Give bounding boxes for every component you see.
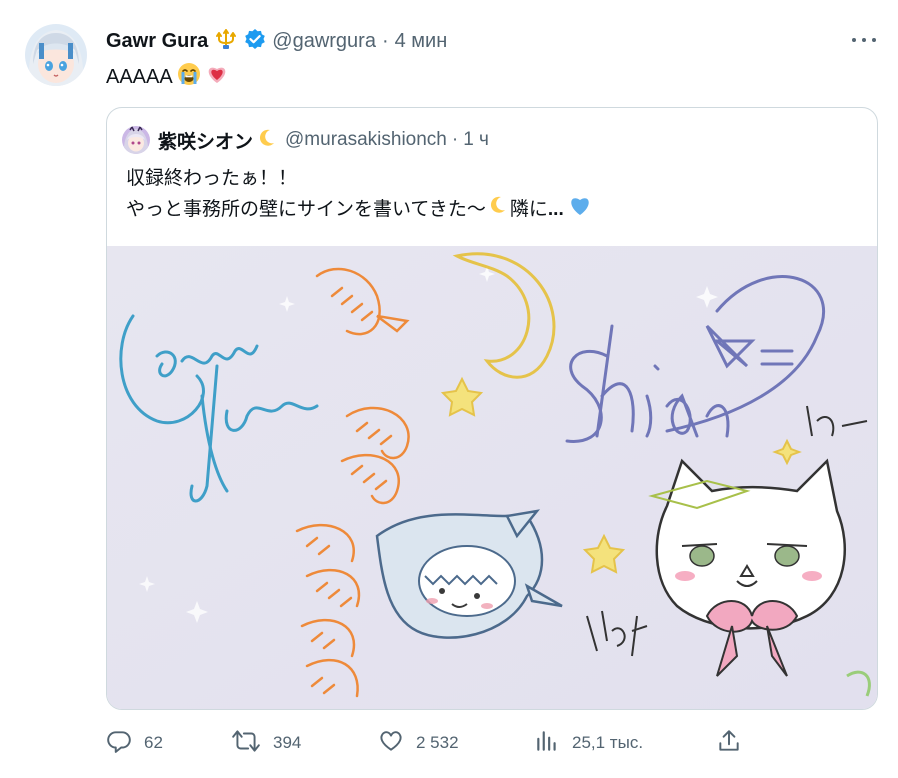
quoted-text-line-1: 収録終わったぁ！！ [126,168,298,189]
separator-dot: · [381,29,389,52]
share-icon [716,728,742,759]
quoted-timestamp: 1 ч [463,129,489,150]
like-count: 2 532 [416,733,459,752]
quoted-image[interactable] [107,246,877,709]
heart-icon [378,728,404,759]
share-button[interactable] [716,727,742,759]
growing-heart-icon [205,62,229,92]
quoted-header: 紫咲シオン @murasakishionch · 1 ч [122,126,489,154]
more-options-icon[interactable] [850,30,878,50]
tweet-header: Gawr Gura @gawrgura · 4 мин [106,28,447,54]
reply-icon [106,728,132,759]
quoted-text-line-2: やっと事務所の壁にサインを書いてきた〜 隣に ... [126,194,592,226]
reply-count: 62 [144,733,163,752]
quoted-text-line-2-end: 隣に [509,199,548,220]
tweet-timestamp[interactable]: 4 мин [395,30,448,53]
crescent-moon-icon [488,195,508,225]
quoted-author-handle: @murasakishionch [285,129,447,150]
quoted-text-line-2-start: やっと事務所の壁にサインを書いてきた〜 [126,199,486,220]
loudly-crying-face-icon [177,62,201,92]
author-name[interactable]: Gawr Gura [106,30,208,53]
quoted-separator-dot: · [451,129,459,150]
truncation-ellipsis: ... [547,199,564,220]
quoted-author-avatar[interactable] [122,126,150,154]
analytics-icon [534,728,560,759]
quoted-tweet[interactable]: 紫咲シオン @murasakishionch · 1 ч 収録終わったぁ！！ や… [106,107,878,710]
views-count: 25,1 тыс. [572,733,644,752]
retweet-button[interactable]: 394 [231,727,301,759]
author-avatar[interactable] [25,24,87,86]
trident-badge-icon [214,28,238,55]
views-button[interactable]: 25,1 тыс. [534,727,643,759]
author-handle[interactable]: @gawrgura [272,30,376,53]
reply-button[interactable]: 62 [106,727,163,759]
retweet-count: 394 [273,733,302,752]
tweet[interactable]: Gawr Gura @gawrgura · 4 мин AAAAA 紫咲シオン … [0,0,898,778]
quoted-author-name: 紫咲シオン [158,131,254,153]
quoted-text: 収録終わったぁ！！ やっと事務所の壁にサインを書いてきた〜 隣に ... [126,164,592,226]
tweet-actions: 62 394 2 532 25,1 тыс. [106,727,746,759]
like-button[interactable]: 2 532 [378,727,459,759]
retweet-icon [231,728,261,759]
verified-badge-icon [244,28,266,55]
blue-heart-icon [568,194,592,226]
tweet-text-content: AAAAA [106,65,173,88]
tweet-text: AAAAA [106,62,229,92]
crescent-moon-icon [257,128,277,153]
